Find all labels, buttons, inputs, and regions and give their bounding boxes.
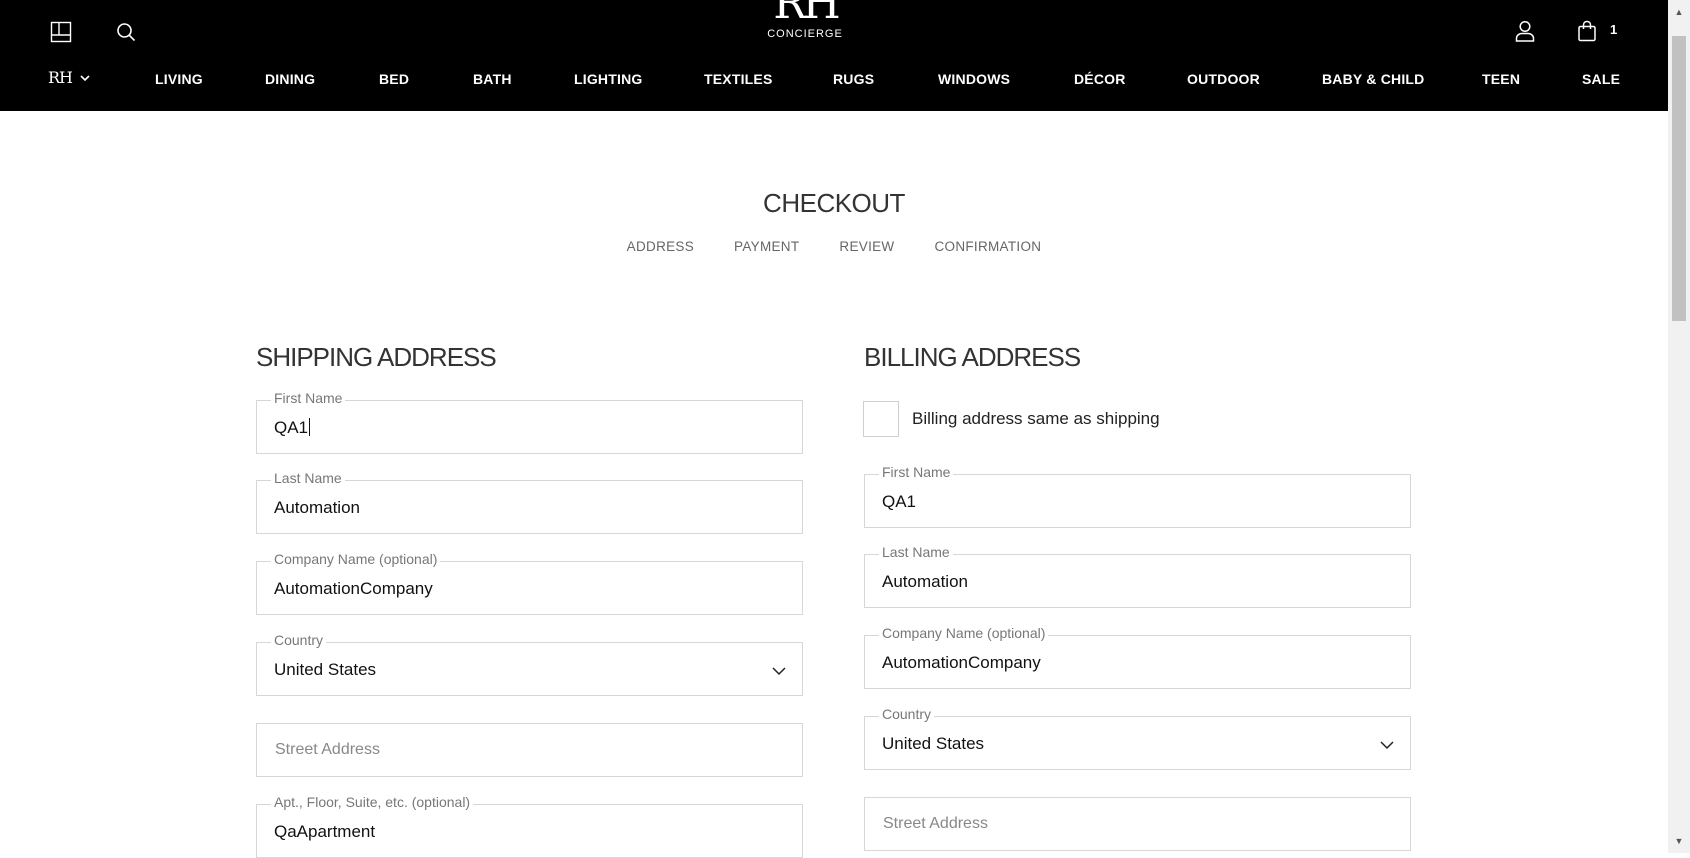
shipping-address-title: SHIPPING ADDRESS: [256, 342, 497, 372]
shipping-apt-field[interactable]: Apt., Floor, Suite, etc. (optional) QaAp…: [256, 794, 803, 858]
nav-item-textiles[interactable]: TEXTILES: [704, 71, 773, 87]
step-address[interactable]: ADDRESS: [627, 239, 694, 254]
billing-address-title: BILLING ADDRESS: [864, 342, 1081, 372]
billing-last-name-field[interactable]: Last Name Automation: [864, 544, 1411, 608]
nav-item-sale[interactable]: SALE: [1582, 71, 1620, 87]
billing-first-name-field[interactable]: First Name QA1: [864, 464, 1411, 528]
layout-grid-icon[interactable]: [47, 18, 75, 46]
field-label: First Name: [271, 390, 346, 406]
site-header: RH CONCIERGE 1 RH LIVING DINING BED BATH…: [0, 0, 1668, 111]
logo-mark: RH: [773, 0, 841, 29]
search-icon[interactable]: [112, 18, 140, 46]
field-value: Automation: [882, 572, 968, 591]
field-label: First Name: [879, 464, 954, 480]
field-label: Country: [271, 632, 327, 648]
brand-logo[interactable]: RH CONCIERGE: [760, 0, 850, 40]
nav-item-windows[interactable]: WINDOWS: [938, 71, 1010, 87]
nav-item-bed[interactable]: BED: [379, 71, 409, 87]
nav-item-bath[interactable]: BATH: [473, 71, 512, 87]
field-label: Company Name (optional): [271, 551, 441, 567]
user-icon[interactable]: [1511, 17, 1539, 45]
page-scrollbar[interactable]: ▲ ▼: [1668, 0, 1690, 853]
nav-item-dining[interactable]: DINING: [265, 71, 315, 87]
nav-item-living[interactable]: LIVING: [155, 71, 203, 87]
step-payment[interactable]: PAYMENT: [734, 239, 799, 254]
chevron-down-icon: [772, 663, 786, 681]
field-value: United States: [274, 660, 377, 679]
checkout-steps: ADDRESS PAYMENT REVIEW CONFIRMATION: [0, 239, 1668, 254]
nav-item-teen[interactable]: TEEN: [1482, 71, 1520, 87]
billing-same-checkbox[interactable]: [863, 401, 899, 437]
nav-item-rugs[interactable]: RUGS: [833, 71, 874, 87]
field-value: Automation: [274, 498, 360, 517]
nav-item-baby-child[interactable]: BABY & CHILD: [1322, 71, 1424, 87]
page-title: CHECKOUT: [763, 188, 905, 218]
field-value: QaApartment: [274, 822, 376, 841]
shipping-street-field[interactable]: Street Address: [256, 723, 803, 777]
field-value: QA1: [274, 418, 309, 437]
shipping-company-field[interactable]: Company Name (optional) AutomationCompan…: [256, 551, 803, 615]
billing-country-select[interactable]: Country United States: [864, 706, 1411, 770]
scroll-down-arrow-icon[interactable]: ▼: [1673, 835, 1685, 847]
step-review[interactable]: REVIEW: [839, 239, 894, 254]
shipping-country-select[interactable]: Country United States: [256, 632, 803, 696]
step-confirmation[interactable]: CONFIRMATION: [934, 239, 1041, 254]
main-nav: LIVING DINING BED BATH LIGHTING TEXTILES…: [0, 71, 1668, 91]
shipping-last-name-field[interactable]: Last Name Automation: [256, 470, 803, 534]
cart-count[interactable]: 1: [1610, 22, 1617, 37]
scroll-thumb[interactable]: [1672, 36, 1686, 321]
field-label: Company Name (optional): [879, 625, 1049, 641]
billing-same-as-shipping[interactable]: Billing address same as shipping: [863, 401, 1160, 437]
nav-item-decor[interactable]: DÉCOR: [1074, 71, 1126, 87]
billing-company-field[interactable]: Company Name (optional) AutomationCompan…: [864, 625, 1411, 689]
shipping-first-name-field[interactable]: First Name QA1: [256, 390, 803, 454]
field-label: Last Name: [271, 470, 345, 486]
field-value: AutomationCompany: [274, 579, 433, 598]
nav-item-outdoor[interactable]: OUTDOOR: [1187, 71, 1260, 87]
chevron-down-icon: [1380, 737, 1394, 755]
field-label: Country: [879, 706, 935, 722]
nav-item-lighting[interactable]: LIGHTING: [574, 71, 642, 87]
field-placeholder: Street Address: [883, 815, 988, 832]
field-placeholder: Street Address: [275, 741, 380, 758]
scroll-up-arrow-icon[interactable]: ▲: [1673, 6, 1685, 18]
billing-street-field[interactable]: Street Address: [864, 797, 1411, 851]
shopping-bag-icon[interactable]: [1573, 17, 1601, 45]
logo-subtitle: CONCIERGE: [767, 28, 843, 40]
field-value: QA1: [882, 492, 917, 511]
field-label: Last Name: [879, 544, 953, 560]
field-label: Apt., Floor, Suite, etc. (optional): [271, 794, 474, 810]
checkbox-label: Billing address same as shipping: [912, 409, 1160, 428]
field-value: AutomationCompany: [882, 653, 1041, 672]
field-value: United States: [882, 734, 985, 753]
